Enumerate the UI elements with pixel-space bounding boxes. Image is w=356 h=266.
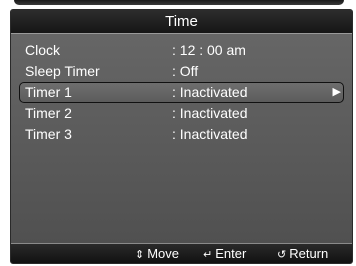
menu-item-label: Timer 2 [25, 105, 72, 121]
previous-menu-edge [14, 0, 344, 5]
enter-hint[interactable]: ↵ Enter [203, 244, 247, 263]
menu-item-value: : Inactivated [172, 105, 248, 121]
menu-item-timer-1[interactable]: Timer 1 : Inactivated ▶ [19, 82, 344, 103]
menu-list: Clock : 12 : 00 am Sleep Timer : Off Tim… [11, 34, 352, 246]
menu-item-label: Timer 3 [25, 126, 72, 142]
return-icon: ↺ [277, 249, 287, 261]
enter-icon: ↵ [203, 249, 213, 261]
menu-item-timer-3[interactable]: Timer 3 : Inactivated [19, 124, 344, 145]
right-arrow-icon[interactable]: ▶ [333, 82, 341, 103]
menu-item-value: : Inactivated [172, 84, 248, 100]
menu-item-label: Sleep Timer [25, 63, 100, 79]
navigation-hint-bar: ⇕ Move ↵ Enter ↺ Return [11, 243, 352, 263]
menu-item-label: Clock [25, 42, 61, 58]
menu-item-label: Timer 1 [25, 84, 72, 100]
menu-item-clock[interactable]: Clock : 12 : 00 am [19, 40, 344, 61]
menu-title: Time [11, 10, 352, 34]
return-label: Return [289, 246, 329, 261]
menu-item-value: : Inactivated [172, 126, 248, 142]
menu-item-value: : Off [172, 63, 199, 79]
menu-item-value: : 12 : 00 am [172, 42, 246, 58]
move-label: Move [147, 246, 180, 261]
time-menu-panel: Time Clock : 12 : 00 am Sleep Timer : Of… [10, 9, 353, 264]
menu-item-sleep-timer[interactable]: Sleep Timer : Off [19, 61, 344, 82]
menu-item-timer-2[interactable]: Timer 2 : Inactivated [19, 103, 344, 124]
return-hint[interactable]: ↺ Return [277, 244, 329, 263]
enter-label: Enter [215, 246, 247, 261]
move-hint[interactable]: ⇕ Move [135, 244, 180, 263]
updown-arrow-icon: ⇕ [135, 249, 145, 261]
tv-screen: Time Clock : 12 : 00 am Sleep Timer : Of… [0, 0, 356, 266]
